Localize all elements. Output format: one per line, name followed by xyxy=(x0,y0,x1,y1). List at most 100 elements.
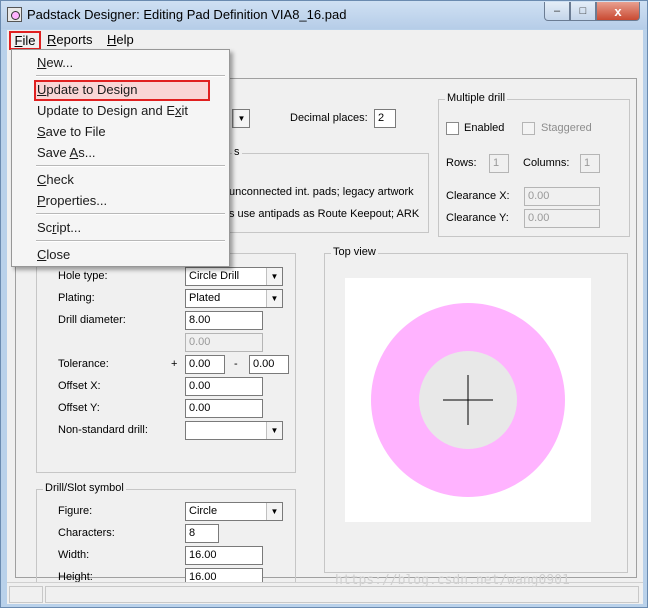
menu-help[interactable]: Help xyxy=(107,32,134,47)
characters-input[interactable]: 8 xyxy=(185,524,219,543)
menu-item-save-mnemonic: S xyxy=(37,124,46,139)
clearance-x-label: Clearance X: xyxy=(446,190,510,202)
clearance-y-input[interactable]: 0.00 xyxy=(524,209,600,228)
minimize-button[interactable]: – xyxy=(544,2,570,21)
window-title: Padstack Designer: Editing Pad Definitio… xyxy=(27,7,347,22)
menu-item-update-mnemonic: U xyxy=(37,82,47,97)
usage-option-line1: unconnected int. pads; legacy artwork xyxy=(229,186,414,198)
pad-preview xyxy=(371,303,565,497)
menu-item-new[interactable]: New... xyxy=(37,55,73,70)
figure-select[interactable]: Circle ▼ xyxy=(185,502,283,521)
non-standard-drill-label: Non-standard drill: xyxy=(58,424,148,436)
decimal-places-input[interactable]: 2 xyxy=(374,109,396,128)
usage-option-line2: s use antipads as Route Keepout; ARK xyxy=(229,208,420,220)
menu-item-update-post: pdate to Design xyxy=(46,82,138,97)
clearance-y-label: Clearance Y: xyxy=(446,212,509,224)
menu-item-properties-mnemonic: P xyxy=(37,193,46,208)
tolerance-plus-sign: + xyxy=(171,358,178,370)
menu-separator xyxy=(36,213,225,215)
menu-item-save-as-pre: Save xyxy=(37,145,70,160)
hole-type-label: Hole type: xyxy=(58,270,108,282)
menu-file-rest: ile xyxy=(22,33,36,48)
top-view-title: Top view xyxy=(331,246,378,258)
menu-item-update-to-design-exit[interactable]: Update to Design and Exit xyxy=(37,103,188,118)
chevron-down-icon: ▼ xyxy=(266,290,282,307)
menu-item-update-to-design[interactable]: Update to Design xyxy=(37,82,137,97)
menu-item-check-post: heck xyxy=(46,172,74,187)
menu-separator xyxy=(36,240,225,242)
plating-value: Plated xyxy=(189,292,221,304)
title-bar[interactable]: Padstack Designer: Editing Pad Definitio… xyxy=(1,1,647,29)
tolerance-plus-input[interactable]: 0.00 xyxy=(185,355,225,374)
chevron-down-icon: ▼ xyxy=(266,268,282,285)
drill-parameters-group: Hole type: Circle Drill ▼ Plating: Plate… xyxy=(36,253,296,473)
non-standard-drill-select[interactable]: ▼ xyxy=(185,421,283,440)
menu-item-script-pre: Sc xyxy=(37,220,53,235)
clearance-x-input[interactable]: 0.00 xyxy=(524,187,600,206)
hole-type-select[interactable]: Circle Drill ▼ xyxy=(185,267,283,286)
menu-item-script[interactable]: Script... xyxy=(37,220,81,235)
columns-label: Columns: xyxy=(523,157,570,169)
watermark: https://blog.csdn.net/wang0901 xyxy=(335,573,570,588)
rows-input[interactable]: 1 xyxy=(489,154,509,173)
menu-item-save-as-post: s... xyxy=(78,145,96,160)
usage-options-title: s xyxy=(232,146,242,158)
close-button[interactable]: x xyxy=(596,2,640,21)
drill-secondary-input[interactable]: 0.00 xyxy=(185,333,263,352)
menu-item-close-post: lose xyxy=(46,247,71,262)
menu-item-close[interactable]: Close xyxy=(37,247,70,262)
chevron-down-icon: ▼ xyxy=(233,110,249,127)
menu-item-properties-post: roperties... xyxy=(45,193,108,208)
hole-type-value: Circle Drill xyxy=(189,270,240,282)
drill-diameter-input[interactable]: 8.00 xyxy=(185,311,263,330)
menu-bar: File Reports Help xyxy=(7,30,643,50)
columns-input[interactable]: 1 xyxy=(580,154,600,173)
menu-separator xyxy=(36,165,225,167)
staggered-label: Staggered xyxy=(541,122,592,134)
chevron-down-icon: ▼ xyxy=(266,422,282,439)
menu-file[interactable]: File xyxy=(9,31,41,50)
menu-item-properties[interactable]: Properties... xyxy=(37,193,107,208)
maximize-button[interactable]: □ xyxy=(570,2,596,21)
drill-diameter-label: Drill diameter: xyxy=(58,314,126,326)
menu-item-new-post: ew... xyxy=(46,55,74,70)
offset-x-input[interactable]: 0.00 xyxy=(185,377,263,396)
menu-item-script-post: ipt... xyxy=(56,220,82,235)
menu-item-update-exit-post: it xyxy=(181,103,189,118)
menu-reports-mnemonic: R xyxy=(47,32,57,47)
offset-y-label: Offset Y: xyxy=(58,402,100,414)
menu-item-update-exit-pre: Update to Design and E xyxy=(37,103,176,118)
rows-label: Rows: xyxy=(446,157,477,169)
offset-x-label: Offset X: xyxy=(58,380,101,392)
figure-value: Circle xyxy=(189,505,218,517)
tolerance-minus-input[interactable]: 0.00 xyxy=(249,355,289,374)
drill-slot-symbol-group: Drill/Slot symbol Figure: Circle ▼ Chara… xyxy=(36,482,296,595)
characters-label: Characters: xyxy=(58,527,115,539)
drill-slot-symbol-title: Drill/Slot symbol xyxy=(43,482,126,494)
status-pane-1 xyxy=(9,586,43,603)
menu-reports[interactable]: Reports xyxy=(47,32,93,47)
padstack-designer-window: Padstack Designer: Editing Pad Definitio… xyxy=(0,0,648,608)
app-icon[interactable] xyxy=(7,7,22,22)
menu-reports-rest: eports xyxy=(56,32,93,47)
plating-select[interactable]: Plated ▼ xyxy=(185,289,283,308)
figure-label: Figure: xyxy=(58,505,93,517)
tolerance-label: Tolerance: xyxy=(58,358,109,370)
menu-help-mnemonic: H xyxy=(107,32,117,47)
menu-item-check[interactable]: Check xyxy=(37,172,74,187)
menu-separator xyxy=(36,75,225,77)
decimal-places-label: Decimal places: xyxy=(290,112,368,124)
width-label: Width: xyxy=(58,549,90,561)
width-input[interactable]: 16.00 xyxy=(185,546,263,565)
top-view-canvas[interactable] xyxy=(345,278,591,522)
multiple-drill-title: Multiple drill xyxy=(445,92,508,104)
multiple-drill-group: Multiple drill Enabled Staggered Rows: 1… xyxy=(438,92,630,237)
units-combo[interactable]: ▼ xyxy=(232,109,250,128)
enabled-checkbox[interactable] xyxy=(446,122,459,135)
menu-item-close-mnemonic: C xyxy=(37,247,47,262)
chevron-down-icon: ▼ xyxy=(266,503,282,520)
offset-y-input[interactable]: 0.00 xyxy=(185,399,263,418)
menu-item-save-to-file[interactable]: Save to File xyxy=(37,124,106,139)
staggered-checkbox[interactable] xyxy=(522,122,535,135)
menu-item-save-as[interactable]: Save As... xyxy=(37,145,96,160)
